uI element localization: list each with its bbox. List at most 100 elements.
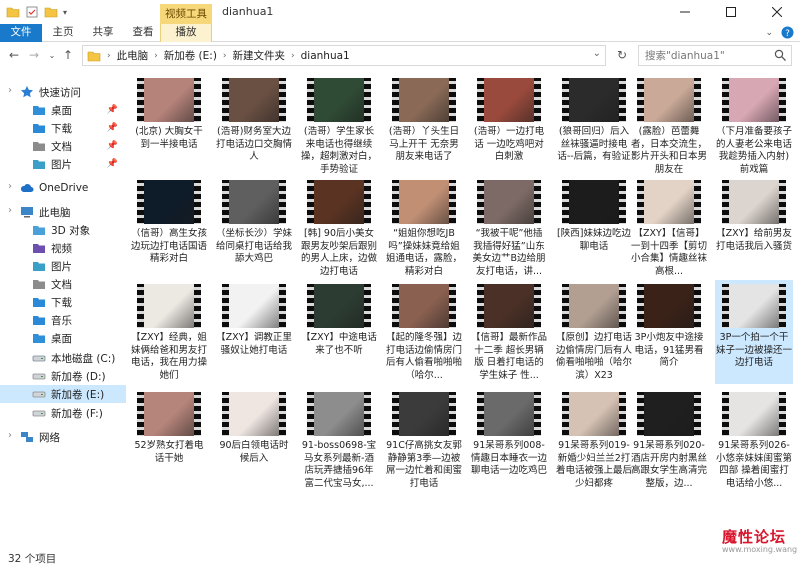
nav-item-label: OneDrive [39, 182, 89, 194]
file-tile[interactable]: (北京) 大胸女干到一半接电话 [130, 74, 208, 178]
properties-icon[interactable] [25, 5, 39, 19]
maximize-button[interactable] [708, 0, 754, 24]
breadcrumb-dianhua1[interactable]: dianhua1 [301, 50, 350, 62]
nav-item[interactable]: 下载 [0, 293, 126, 311]
tab-view[interactable]: 查看 [124, 24, 162, 42]
nav-item[interactable]: 新加卷 (F:) [0, 404, 126, 422]
nav-item[interactable]: 文档 📌 [0, 137, 126, 155]
file-tile[interactable]: “我被干呢”他插我插得好猛”山东美女边艹B边给朋友打电话，讲... [470, 176, 548, 280]
up-button[interactable]: ↑ [60, 47, 76, 63]
breadcrumb-drive-e[interactable]: 新加卷 (E:) [164, 48, 217, 63]
nav-item[interactable]: OneDrive › [0, 179, 126, 197]
file-tile[interactable]: [陕西]妹妹边吃边聊电话 [555, 176, 633, 280]
forward-button[interactable]: → [26, 47, 42, 63]
nav-item[interactable]: 音乐 [0, 311, 126, 329]
nav-item[interactable]: 文档 [0, 275, 126, 293]
file-tile[interactable]: 91呆哥系列020-酒店开房内射黑丝高跟女学生高清完整版，边... [630, 388, 708, 492]
file-tile[interactable]: “姐姐你想吃JB吗”操妹妹竟给姐姐通电话，露脸，精彩对白 [385, 176, 463, 280]
film-strip-icon [534, 392, 541, 436]
file-tile[interactable]: 91-boss0698-宝马女系列最新-酒店玩弄搪插96年富二代宝马女,... [300, 388, 378, 492]
film-strip-icon [477, 284, 484, 328]
file-tile[interactable]: 91C仔高挑女友郭静静第3季—边被屌一边忙着和闺蜜打电话 [385, 388, 463, 492]
nav-item[interactable]: 桌面 [0, 329, 126, 347]
file-name: 91呆哥系列026-小悠亲妹妹闺蜜第四部 操着闺蜜打电话给小悠... [716, 440, 792, 489]
nav-item[interactable]: 图片 [0, 257, 126, 275]
address-dropdown-icon[interactable]: ⌄ [593, 48, 601, 59]
file-tile[interactable]: (浩哥）一边打电话 一边吃鸡吧对白刺激 [470, 74, 548, 178]
toolbar-customize-chevron-icon[interactable]: ▾ [63, 8, 67, 17]
thumbnail-frame [399, 78, 449, 122]
pin-icon[interactable]: 📌 [107, 105, 118, 115]
help-icon[interactable]: ? [781, 26, 794, 39]
video-thumbnail [477, 284, 541, 328]
file-tile[interactable]: (狼哥回归）后入丝袜骚逼时接电话--后篇，有验证 [555, 74, 633, 178]
file-tile[interactable]: 52岁熟女打着电话干她 [130, 388, 208, 492]
file-tile[interactable]: 【ZXY】给前男友打电话我后入骚货 [715, 176, 793, 280]
recent-locations-button[interactable]: ⌄ [44, 47, 60, 63]
file-tile[interactable]: 3P小炮友中途接电话，91猛男看简介 [630, 280, 708, 384]
nav-item[interactable]: 3D 对象 [0, 221, 126, 239]
nav-item[interactable]: 下载 📌 [0, 119, 126, 137]
breadcrumb-this-pc[interactable]: 此电脑 [117, 48, 149, 63]
address-bar[interactable]: › 此电脑 › 新加卷 (E:) › 新建文件夹 › dianhua1 ⌄ [82, 45, 606, 66]
file-tile[interactable]: (浩哥)财务室大边打电话边口交胸情人 [215, 74, 293, 178]
file-tile[interactable]: (浩哥）丫头生日 马上开干 无奈男朋友来电话了 [385, 74, 463, 178]
expand-chevron-icon[interactable]: › [8, 205, 12, 216]
file-tile[interactable]: 【ZXY】调教正里骚奴让她打电话 [215, 280, 293, 384]
pin-icon[interactable]: 📌 [107, 123, 118, 133]
nav-item[interactable]: 本地磁盘 (C:) [0, 349, 126, 367]
file-name: 91呆哥系列019-新婚少妇兰兰2打着电话被强上最后少妇都疼 [556, 440, 632, 489]
nav-item-label: 视频 [51, 242, 72, 255]
file-tile[interactable]: [韩] 90后小美女跟男友吵架后跟别的男人上床，边做边打电话 [300, 176, 378, 280]
file-tile[interactable]: 【起的隆冬强】边打电话边偷情房门后有人偷看啪啪啪（哈尔... [385, 280, 463, 384]
minimize-button[interactable] [662, 0, 708, 24]
nav-item[interactable]: 新加卷 (D:) [0, 367, 126, 385]
new-folder-icon[interactable] [44, 5, 58, 19]
nav-item[interactable]: 桌面 📌 [0, 101, 126, 119]
back-button[interactable]: ← [6, 47, 22, 63]
file-tile[interactable]: (浩哥）学生家长来电话也得继续操，超刺激对白，手势验证 [300, 74, 378, 178]
file-tile[interactable]: （信哥）高生女孩边玩边打电话国语精彩对白 [130, 176, 208, 280]
expand-chevron-icon[interactable]: › [8, 181, 12, 192]
file-tile[interactable]: （下月准备要孩子的人妻老公来电话 我趁势插入内射) 前戏篇 [715, 74, 793, 178]
nav-item[interactable]: 快速访问 › [0, 83, 126, 101]
tab-play[interactable]: 播放 [160, 24, 212, 42]
file-tile[interactable]: 【ZXY】【信哥】一到十四季【剪切小合集】情趣丝袜高根... [630, 176, 708, 280]
file-tile[interactable]: 91呆哥系列008-情趣日本睡衣一边聊电话一边吃鸡巴 [470, 388, 548, 492]
tab-share[interactable]: 共享 [84, 24, 122, 42]
close-button[interactable] [754, 0, 800, 24]
file-name: (露脸）芭蕾舞者，日本交流生，影片开头和日本男朋友在 [631, 126, 707, 175]
arrow-right-icon: → [28, 48, 40, 62]
thumbnail-frame [314, 284, 364, 328]
ribbon-expand-chevron-icon[interactable]: ⌄ [765, 28, 773, 38]
pin-icon[interactable]: 📌 [107, 141, 118, 151]
file-tile[interactable]: 【ZXY】中途电话来了也不听 [300, 280, 378, 384]
file-tile[interactable]: 90后白领电话时候后入 [215, 388, 293, 492]
file-tile[interactable]: 【ZXY】经典，姐妹俩给爸和男友打电话，我在用力操她们 [130, 280, 208, 384]
nav-item[interactable]: 新加卷 (E:) [0, 385, 126, 403]
tab-file[interactable]: 文件 [0, 24, 42, 42]
tab-home[interactable]: 主页 [44, 24, 82, 42]
file-tile[interactable]: (露脸）芭蕾舞者，日本交流生，影片开头和日本男朋友在 [630, 74, 708, 178]
file-tile[interactable]: 91呆哥系列019-新婚少妇兰兰2打着电话被强上最后少妇都疼 [555, 388, 633, 492]
expand-chevron-icon[interactable]: › [8, 85, 12, 96]
nav-item[interactable]: 视频 [0, 239, 126, 257]
file-tile[interactable]: （坐标长沙）学妹给同桌打电话给我舔大鸡巴 [215, 176, 293, 280]
nav-item[interactable]: 图片 📌 [0, 155, 126, 173]
breadcrumb-new-folder[interactable]: 新建文件夹 [233, 48, 286, 63]
file-tile[interactable]: 91呆哥系列026-小悠亲妹妹闺蜜第四部 操着闺蜜打电话给小悠... [715, 388, 793, 492]
search-box[interactable]: 搜索"dianhua1" [638, 45, 792, 66]
refresh-button[interactable]: ↻ [614, 47, 630, 63]
search-placeholder: 搜索"dianhua1" [645, 50, 725, 62]
file-tile[interactable]: 【信哥】最新作品十二季 超长男辆版 日着打电话的学生妹子 性... [470, 280, 548, 384]
file-name: 【ZXY】经典，姐妹俩给爸和男友打电话，我在用力操她们 [131, 332, 207, 381]
file-tile[interactable]: 3P一个拍一个干 妹子一边被操还一边打电话 [715, 280, 793, 384]
film-strip-icon [392, 284, 399, 328]
expand-chevron-icon[interactable]: › [8, 430, 12, 441]
nav-item[interactable]: 网络 › [0, 428, 126, 446]
pin-icon[interactable]: 📌 [107, 159, 118, 169]
nav-item[interactable]: 此电脑 › [0, 203, 126, 221]
video-thumbnail [637, 180, 701, 224]
file-tile[interactable]: 【原创】边打电话边偷情房门后有人偷看啪啪啪（哈尔滨）X23 [555, 280, 633, 384]
arrow-left-icon: ← [8, 48, 20, 62]
